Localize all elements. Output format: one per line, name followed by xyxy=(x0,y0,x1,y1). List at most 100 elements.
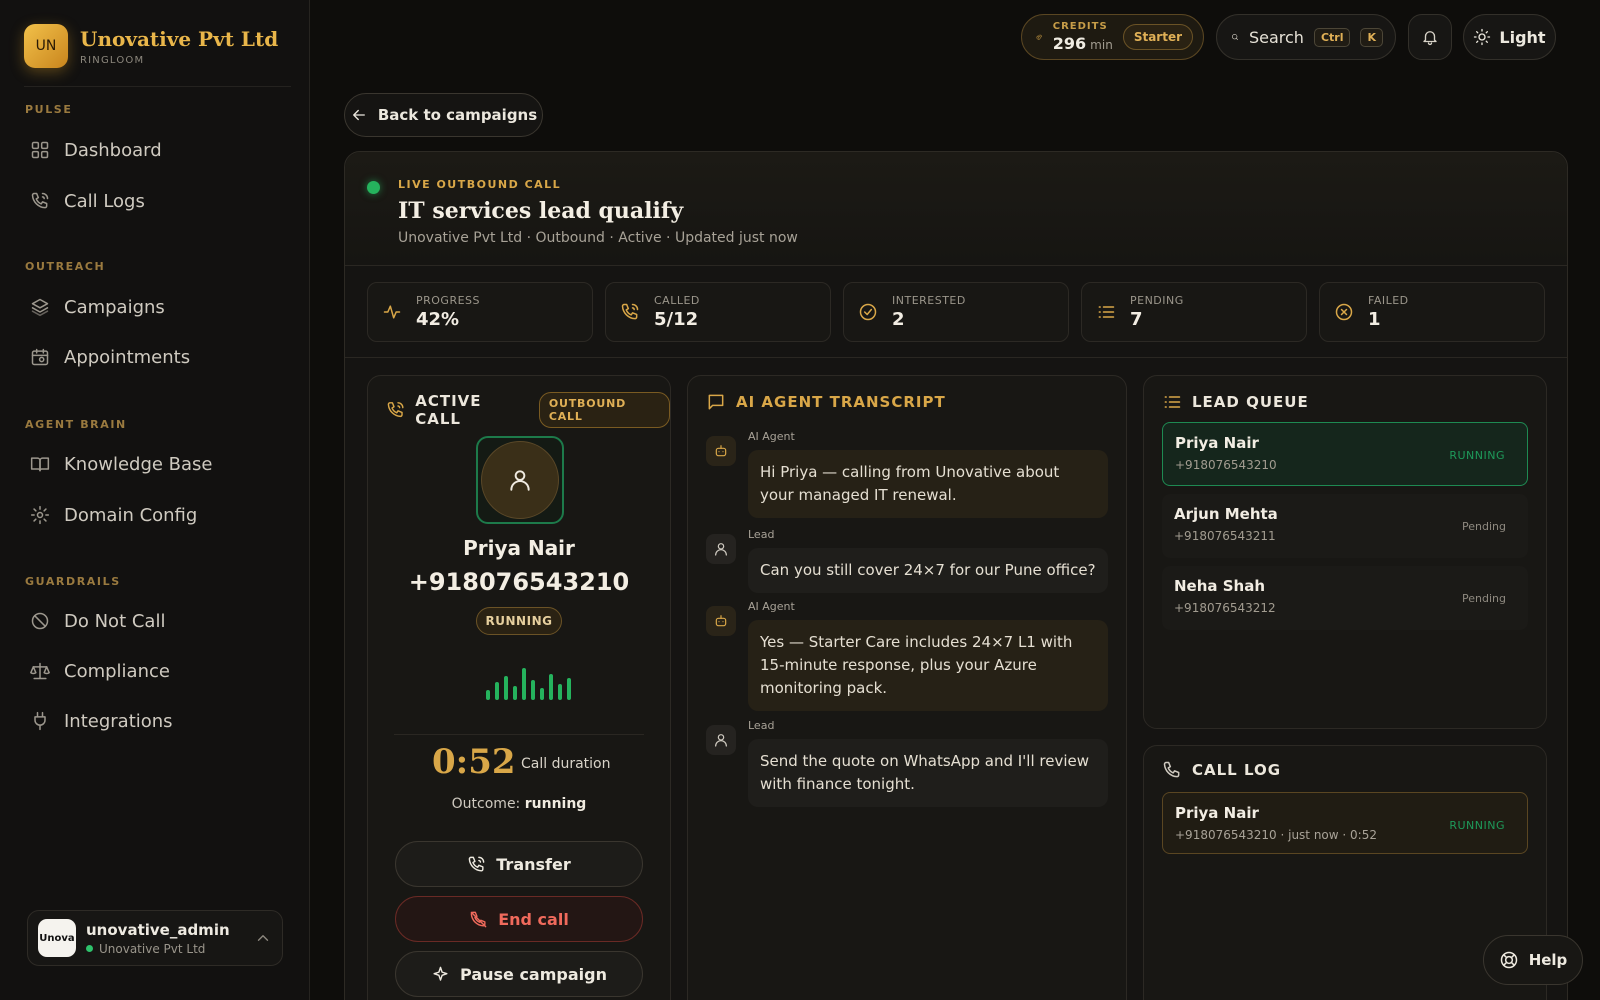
wave-bar xyxy=(504,676,508,700)
transfer-button[interactable]: Transfer xyxy=(395,841,643,887)
sparkle-icon xyxy=(433,966,448,981)
activity-icon xyxy=(383,305,401,319)
campaign-subtitle: Unovative Pvt Ltd · Outbound · Active · … xyxy=(398,230,798,246)
stat-value: 2 xyxy=(892,309,905,330)
call-timer: 0:52 xyxy=(432,742,516,782)
sidebar-item-appointments[interactable]: Appointments xyxy=(24,337,286,377)
credits-number: 296 xyxy=(1052,34,1087,53)
message-bubble: Can you still cover 24×7 for our Pune of… xyxy=(748,548,1108,593)
sidebar-item-label: Campaigns xyxy=(64,296,165,318)
back-to-campaigns-button[interactable]: Back to campaigns xyxy=(344,93,543,137)
avatar: Unova xyxy=(38,919,76,957)
sidebar-item-domain-config[interactable]: Domain Config xyxy=(24,495,286,535)
lead-queue-item[interactable]: Arjun Mehta +918076543211 Pending xyxy=(1162,494,1528,558)
page-title: IT services lead qualify xyxy=(398,198,684,224)
help-button[interactable]: Help xyxy=(1483,935,1583,985)
stat-value: 5/12 xyxy=(654,309,699,330)
call-log-item[interactable]: Priya Nair +918076543210 · just now · 0:… xyxy=(1162,792,1528,854)
sidebar-divider xyxy=(24,86,291,87)
phone-icon xyxy=(31,192,49,209)
sidebar-item-label: Knowledge Base xyxy=(64,453,213,475)
layers-icon xyxy=(31,298,49,317)
stat-failed: FAILED 1 xyxy=(1319,282,1545,342)
sidebar-item-knowledge-base[interactable]: Knowledge Base xyxy=(24,444,286,484)
lead-queue-card: LEAD QUEUE Priya Nair +918076543210 RUNN… xyxy=(1143,375,1547,729)
lifebuoy-icon xyxy=(1500,951,1517,969)
campaign-header: LIVE OUTBOUND CALL IT services lead qual… xyxy=(345,152,1567,266)
message-role: AI Agent xyxy=(748,430,795,443)
message-icon xyxy=(708,394,724,410)
search-label: Search xyxy=(1248,27,1304,47)
user-icon xyxy=(706,534,736,564)
gear-icon xyxy=(30,505,50,525)
end-call-button[interactable]: End call xyxy=(395,896,643,942)
divider xyxy=(345,357,1567,358)
outcome-label: Outcome: xyxy=(451,796,521,812)
brand-name: Unovative Pvt Ltd xyxy=(80,26,279,51)
campaign-panel: LIVE OUTBOUND CALL IT services lead qual… xyxy=(344,151,1568,1000)
sidebar-item-integrations[interactable]: Integrations xyxy=(24,701,286,741)
sidebar-item-call-logs[interactable]: Call Logs xyxy=(24,181,286,221)
credits-pill[interactable]: CREDITS 296 min Starter xyxy=(1021,14,1204,60)
sidebar: UN Unovative Pvt Ltd RINGLOOM PULSE Dash… xyxy=(0,0,310,1000)
call-duration-label: Call duration xyxy=(521,756,611,772)
theme-label: Light xyxy=(1499,27,1546,47)
phone-off-icon xyxy=(470,911,487,927)
card-title-label: CALL LOG xyxy=(1192,761,1282,779)
call-outcome: Outcome: running xyxy=(368,796,670,812)
outbound-badge: OUTBOUND CALL xyxy=(538,392,670,428)
list-icon xyxy=(1098,306,1115,318)
bot-icon xyxy=(706,436,736,466)
user-org: Unovative Pvt Ltd xyxy=(86,942,230,956)
grid-icon xyxy=(31,141,49,159)
plug-icon xyxy=(34,711,46,731)
wave-bar xyxy=(531,680,535,700)
stat-value: 42% xyxy=(416,309,460,330)
sidebar-item-do-not-call[interactable]: Do Not Call xyxy=(24,601,286,641)
message-role: Lead xyxy=(748,719,775,732)
chevron-up-icon[interactable] xyxy=(254,929,272,947)
message-bubble: Yes — Starter Care includes 24×7 L1 with… xyxy=(748,620,1108,711)
brand[interactable]: UN Unovative Pvt Ltd RINGLOOM xyxy=(24,24,278,68)
sidebar-item-label: Integrations xyxy=(64,710,173,732)
ban-icon xyxy=(31,612,49,630)
bell-icon xyxy=(1423,31,1437,46)
pause-campaign-button[interactable]: Pause campaign xyxy=(395,951,643,997)
search-button[interactable]: Search Ctrl K xyxy=(1216,14,1396,60)
sidebar-item-label: Domain Config xyxy=(64,504,198,526)
help-label: Help xyxy=(1528,951,1568,969)
sidebar-item-label: Dashboard xyxy=(64,139,162,161)
coins-icon xyxy=(1036,34,1042,40)
section-pulse: PULSE xyxy=(25,103,73,116)
call-log-title: CALL LOG xyxy=(1162,760,1281,780)
sidebar-item-dashboard[interactable]: Dashboard xyxy=(24,130,286,170)
sidebar-item-campaigns[interactable]: Campaigns xyxy=(24,287,286,327)
message-bubble: Hi Priya — calling from Unovative about … xyxy=(748,450,1108,518)
stat-label: PENDING xyxy=(1130,294,1184,307)
card-title-label: ACTIVE CALL xyxy=(415,392,482,428)
end-call-label: End call xyxy=(498,909,569,929)
pause-campaign-label: Pause campaign xyxy=(460,964,607,984)
user-card[interactable]: Unova unovative_admin Unovative Pvt Ltd xyxy=(27,910,283,966)
stat-pending: PENDING 7 xyxy=(1081,282,1307,342)
brand-subtitle: RINGLOOM xyxy=(80,54,145,66)
wave-bar xyxy=(567,678,571,700)
bot-icon xyxy=(706,606,736,636)
transcript-title: AI AGENT TRANSCRIPT xyxy=(706,392,946,412)
stat-label: FAILED xyxy=(1368,294,1409,307)
lead-queue-item[interactable]: Priya Nair +918076543210 RUNNING xyxy=(1162,422,1528,486)
credits-label: CREDITS xyxy=(1052,21,1108,32)
sun-icon xyxy=(1474,28,1491,46)
user-icon xyxy=(706,725,736,755)
wave-bar xyxy=(495,682,499,700)
theme-toggle[interactable]: Light xyxy=(1463,14,1556,60)
stat-interested: INTERESTED 2 xyxy=(843,282,1069,342)
stat-label: PROGRESS xyxy=(416,294,481,307)
outcome-value: running xyxy=(524,796,587,812)
lead-status: Pending xyxy=(1462,520,1506,533)
sidebar-item-compliance[interactable]: Compliance xyxy=(24,651,286,691)
lead-queue-item[interactable]: Neha Shah +918076543212 Pending xyxy=(1162,566,1528,630)
stat-label: INTERESTED xyxy=(892,294,966,307)
book-icon xyxy=(30,457,50,472)
notifications-button[interactable] xyxy=(1408,14,1452,60)
